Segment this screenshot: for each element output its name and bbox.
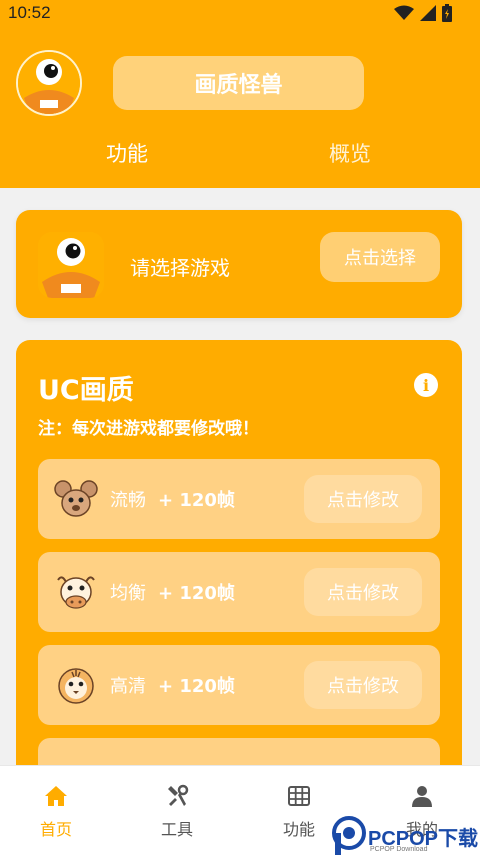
mouse-icon [54, 480, 98, 517]
mode-fps: + 120帧 [158, 490, 235, 511]
select-game-button[interactable]: 点击选择 [320, 232, 440, 282]
mode-name: 均衡 [110, 583, 146, 604]
battery-icon [442, 4, 452, 22]
app-header: 画质怪兽 功能 概览 [0, 28, 480, 188]
modify-button-hd[interactable]: 点击修改 [304, 661, 422, 709]
tools-icon [168, 784, 189, 806]
mascot-icon [38, 232, 104, 298]
mode-name: 流畅 [110, 490, 146, 511]
select-game-card: 请选择游戏 点击选择 [16, 210, 462, 318]
grid-icon [288, 786, 310, 806]
nav-label: 首页 [39, 820, 72, 839]
nav-item-tools[interactable]: 工具 [147, 784, 207, 840]
wifi-icon [394, 5, 414, 20]
avatar[interactable] [16, 50, 82, 116]
tab-overview[interactable]: 概览 [329, 138, 371, 168]
game-placeholder-icon [38, 232, 104, 298]
status-icons [394, 4, 452, 22]
nav-item-home[interactable]: 首页 [26, 784, 86, 840]
pcpop-logo-icon [332, 816, 366, 855]
user-icon [412, 786, 432, 807]
select-game-prompt: 请选择游戏 [130, 256, 230, 280]
home-icon [45, 786, 67, 806]
status-time: 10:52 [8, 3, 51, 22]
tiger-icon [58, 668, 94, 704]
watermark: PCPOP下载 PCPOP Download [332, 816, 480, 860]
mode-name: 高清 [110, 676, 146, 697]
uc-title: UC画质 [38, 375, 134, 406]
modify-button-balanced[interactable]: 点击修改 [304, 568, 422, 616]
cow-icon [57, 576, 95, 609]
nav-label: 工具 [160, 820, 193, 839]
mode-fps: + 120帧 [158, 676, 235, 697]
uc-note: 注：每次进游戏都要修改哦！ [38, 419, 259, 439]
app-title: 画质怪兽 [113, 56, 364, 110]
nav-label: 功能 [282, 820, 315, 839]
watermark-subtext: PCPOP Download [370, 846, 428, 853]
info-icon[interactable]: i [414, 373, 438, 397]
modify-button-smooth[interactable]: 点击修改 [304, 475, 422, 523]
nav-item-function[interactable]: 功能 [269, 784, 329, 840]
uc-quality-card: UC画质 i 注：每次进游戏都要修改哦！ 流畅 + 120帧 点击修改 均衡 +… [16, 340, 462, 818]
mode-row-smooth: 流畅 + 120帧 点击修改 [38, 459, 440, 539]
status-bar: 10:52 [0, 0, 480, 28]
mode-row-hd: 高清 + 120帧 点击修改 [38, 645, 440, 725]
tab-function[interactable]: 功能 [106, 138, 148, 168]
cell-signal-icon [420, 5, 436, 21]
mode-fps: + 120帧 [158, 583, 235, 604]
mode-row-balanced: 均衡 + 120帧 点击修改 [38, 552, 440, 632]
mascot-logo-icon [18, 52, 80, 114]
